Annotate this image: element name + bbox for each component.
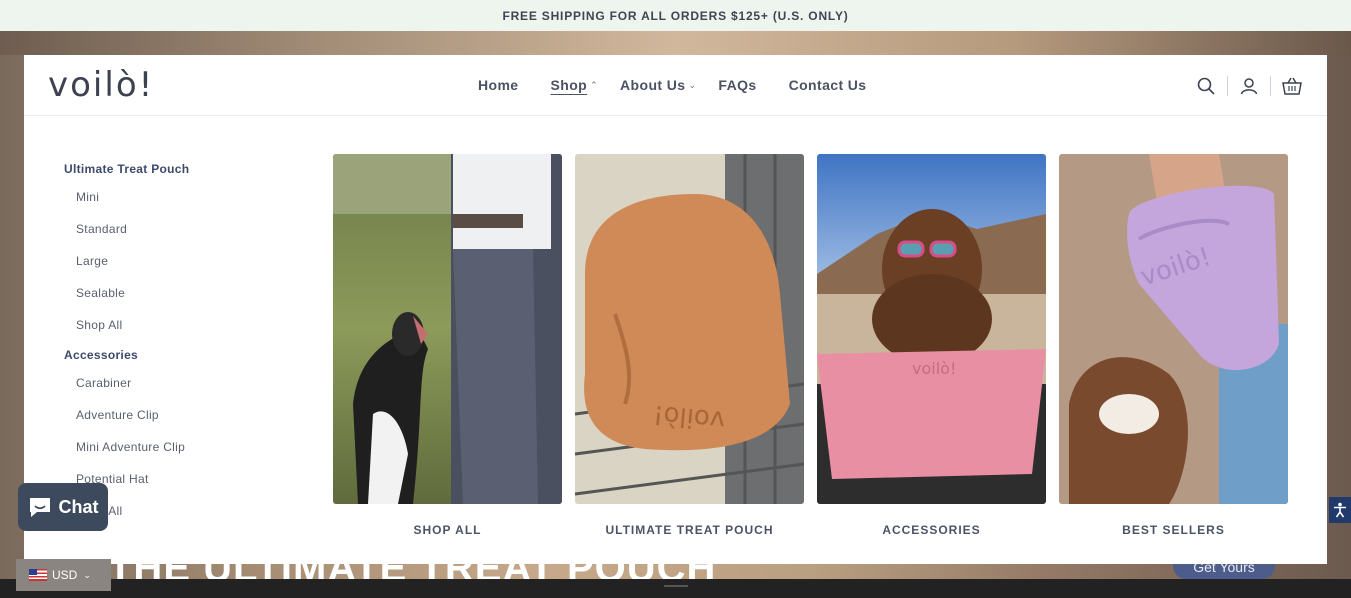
card-accessories[interactable]: voilò! ACCESSORIES: [817, 154, 1046, 537]
currency-label: USD: [52, 568, 78, 582]
pouch-engraving-text: voilò!: [912, 359, 956, 378]
card-label: ACCESSORIES: [882, 523, 981, 537]
card-image-best-sellers: voilò!: [1059, 154, 1288, 504]
menu-link-sealable[interactable]: Sealable: [76, 286, 189, 303]
nav-home-label: Home: [478, 77, 519, 93]
card-label: SHOP ALL: [413, 523, 482, 537]
cart-icon[interactable]: [1281, 75, 1303, 97]
nav-contact-label: Contact Us: [788, 77, 867, 93]
currency-selector[interactable]: USD ⌄: [16, 559, 111, 591]
menu-heading-accessories[interactable]: Accessories: [64, 348, 189, 362]
menu-link-shop-all-pouch[interactable]: Shop All: [76, 318, 189, 335]
account-icon[interactable]: [1238, 75, 1260, 97]
accessibility-icon[interactable]: [1329, 497, 1351, 523]
site-header: voilò! Home Shop ⌃ About Us ⌄ FAQs Contact…: [24, 55, 1327, 116]
bottom-bar: [0, 579, 1351, 598]
menu-link-mini-adventure-clip[interactable]: Mini Adventure Clip: [76, 440, 189, 457]
chat-icon: [29, 498, 50, 517]
search-icon[interactable]: [1195, 75, 1217, 97]
announcement-bar: FREE SHIPPING FOR ALL ORDERS $125+ (U.S.…: [0, 0, 1351, 31]
menu-link-carabiner[interactable]: Carabiner: [76, 376, 189, 393]
chevron-down-icon: ⌄: [83, 569, 91, 580]
card-label: BEST SELLERS: [1122, 523, 1225, 537]
menu-link-large[interactable]: Large: [76, 254, 189, 271]
shop-menu-column: Ultimate Treat Pouch Mini Standard Large…: [64, 162, 189, 536]
main-nav: Home Shop ⌃ About Us ⌄ FAQs Contact Us: [478, 77, 899, 93]
card-image-accessories: voilò!: [817, 154, 1046, 504]
pouch-engraving-text: voilò!: [652, 399, 726, 435]
chat-button[interactable]: Chat: [18, 483, 108, 531]
menu-link-mini[interactable]: Mini: [76, 190, 189, 207]
header-icons: [1195, 75, 1303, 97]
nav-home[interactable]: Home: [478, 77, 519, 93]
menu-link-standard[interactable]: Standard: [76, 222, 189, 239]
card-shop-all[interactable]: SHOP ALL: [333, 154, 562, 537]
featured-cards: SHOP ALL voilò! ULTIMATE TREAT POUCH voi…: [333, 154, 1288, 537]
mega-menu-panel: voilò! Home Shop ⌃ About Us ⌄ FAQs Contact…: [24, 55, 1327, 564]
card-label: ULTIMATE TREAT POUCH: [605, 523, 774, 537]
nav-shop-label: Shop: [550, 77, 588, 93]
announcement-text: FREE SHIPPING FOR ALL ORDERS $125+ (U.S.…: [502, 8, 849, 23]
nav-faqs[interactable]: FAQs: [718, 77, 756, 93]
divider: [1270, 76, 1271, 96]
card-image-treat-pouch: voilò!: [575, 154, 804, 504]
nav-contact[interactable]: Contact Us: [789, 77, 867, 93]
bottom-handle: [664, 585, 688, 587]
card-image-shop-all: [333, 154, 562, 504]
menu-heading-treat-pouch[interactable]: Ultimate Treat Pouch: [64, 162, 189, 176]
us-flag-icon: [29, 569, 47, 581]
chevron-up-icon: ⌃: [590, 79, 599, 90]
chat-label: Chat: [58, 496, 99, 517]
menu-link-adventure-clip[interactable]: Adventure Clip: [76, 408, 189, 425]
hero-top-strip: [0, 31, 1351, 55]
nav-faqs-label: FAQs: [718, 77, 757, 93]
logo[interactable]: voilò!: [48, 65, 154, 105]
nav-about-label: About Us: [620, 77, 686, 93]
card-best-sellers[interactable]: voilò! BEST SELLERS: [1059, 154, 1288, 537]
divider: [1227, 76, 1228, 96]
card-ultimate-treat-pouch[interactable]: voilò! ULTIMATE TREAT POUCH: [575, 154, 804, 537]
nav-about[interactable]: About Us ⌄: [620, 77, 696, 93]
chevron-down-icon: ⌄: [688, 79, 697, 90]
nav-shop[interactable]: Shop ⌃: [551, 77, 599, 93]
